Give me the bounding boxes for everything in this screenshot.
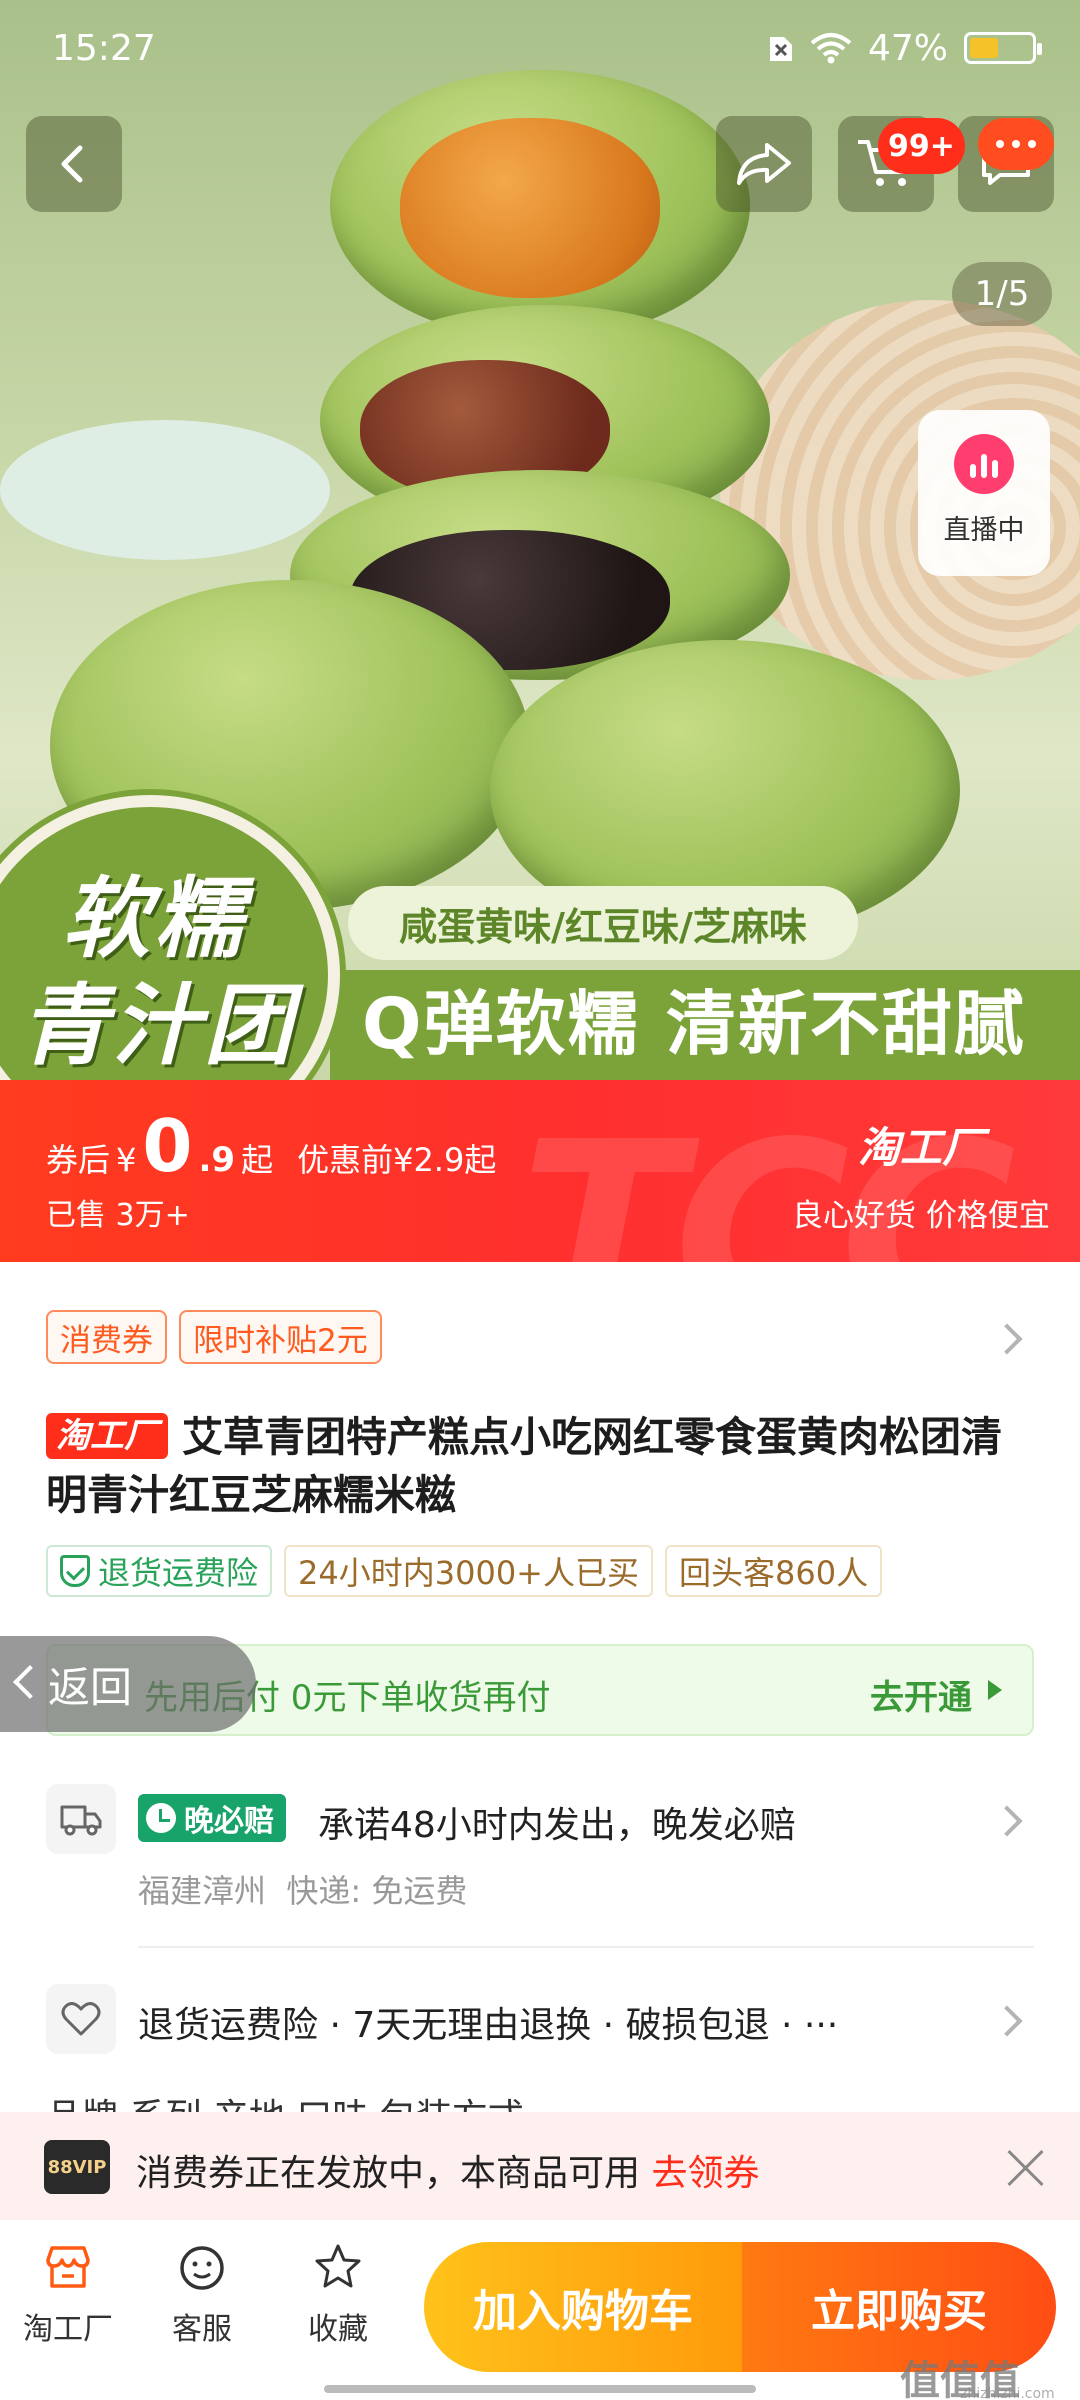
return-insurance-badge: 退货运费险	[46, 1545, 273, 1597]
flavors-pill: 咸蛋黄味/红豆味/芝麻味	[348, 886, 858, 960]
shop-icon	[46, 2246, 90, 2288]
share-button[interactable]	[716, 116, 812, 212]
shipping-origin: 福建漳州 快递: 免运费	[138, 1866, 467, 1912]
clock-icon	[146, 1803, 176, 1833]
battery-icon	[964, 32, 1042, 64]
delivery-truck-icon	[46, 1784, 116, 1854]
nav-shop[interactable]: 淘工厂	[8, 2242, 128, 2348]
service-icon	[180, 2246, 224, 2290]
chevron-right-icon[interactable]	[991, 1805, 1023, 1837]
badge-line-2: 青汁团	[20, 974, 297, 1077]
add-to-cart-button[interactable]: 加入购物车	[424, 2242, 742, 2372]
coupon-subsidy[interactable]: 限时补贴2元	[179, 1310, 382, 1364]
live-icon	[954, 434, 1014, 494]
express-text: 快递: 免运费	[286, 1872, 468, 1910]
product-title: 淘工厂 艾草青团特产糕点小吃网红零食蛋黄肉松团清明青汁红豆芝麻糯米糍	[46, 1408, 1036, 1524]
background-bowl	[0, 420, 330, 560]
price-currency: ¥	[116, 1141, 137, 1179]
vip-banner-text: 消费券正在发放中，本商品可用 去领券	[136, 2144, 759, 2196]
sold-count: 已售 3万+	[46, 1198, 190, 1233]
coupon-consumption[interactable]: 消费券	[46, 1310, 167, 1364]
floating-back-label: 返回	[48, 1662, 133, 1712]
late-tag-label: 晚必赔	[184, 1804, 274, 1839]
return-insurance-label: 退货运费险	[98, 1554, 259, 1592]
star-icon	[315, 2244, 361, 2288]
cart-count-badge: 99+	[878, 118, 965, 174]
back-button[interactable]	[26, 116, 122, 212]
coupon-row[interactable]: 消费券 限时补贴2元	[46, 1310, 382, 1364]
price-integer: 0	[142, 1104, 193, 1188]
nav-customer-service[interactable]: 客服	[142, 2242, 262, 2348]
nav-favorite[interactable]: 收藏	[278, 2242, 398, 2348]
battery-percent: 47%	[867, 27, 948, 69]
live-stream-button[interactable]: 直播中	[918, 410, 1050, 576]
battery-fill	[970, 38, 999, 58]
vip-text-body: 消费券正在发放中，本商品可用	[136, 2153, 652, 2194]
status-bar: 15:27 47%	[0, 0, 1080, 96]
price-decimal: .9	[198, 1140, 236, 1180]
service-guarantees[interactable]: 退货运费险 · 7天无理由退换 · 破损包退 · ···	[138, 1996, 838, 2048]
claim-coupon-link[interactable]: 去领券	[651, 2153, 759, 2194]
title-text: 艾草青团特产糕点小吃网红零食蛋黄肉松团清明青汁红豆芝麻糯米糍	[46, 1413, 1002, 1519]
play-triangle-icon	[988, 1680, 1002, 1700]
share-icon	[737, 143, 791, 185]
badge-row: 退货运费险 24小时内3000+人已买 回头客860人	[46, 1545, 883, 1597]
origin-text: 福建漳州	[138, 1872, 267, 1910]
chevron-left-icon	[13, 1665, 47, 1699]
repeat-customer-badge: 回头客860人	[665, 1545, 883, 1597]
price-bar: TCC 券后 ¥ 0 .9 起 优惠前¥2.9起 已售 3万+ 淘工厂 良心好货…	[0, 1080, 1080, 1262]
status-time: 15:27	[52, 27, 156, 69]
chevron-right-icon[interactable]	[991, 1323, 1023, 1355]
home-indicator[interactable]	[324, 2385, 756, 2393]
message-badge	[978, 118, 1054, 170]
title-brand-tag: 淘工厂	[46, 1413, 168, 1459]
88vip-logo: 88VIP	[44, 2140, 110, 2194]
late-compensation-tag: 晚必赔	[138, 1794, 286, 1842]
original-price: 优惠前¥2.9起	[297, 1141, 497, 1179]
shipping-promise[interactable]: 承诺48小时内发出，晚发必赔	[318, 1796, 796, 1848]
price-prefix: 券后	[46, 1141, 111, 1179]
pay-later-activate[interactable]: 去开通	[870, 1670, 972, 1719]
product-image-carousel[interactable]: 15:27 47% 99+ 1/5 直播中 软糯 青汁团 咸蛋黄味/红豆味/芝麻…	[0, 0, 1080, 1080]
price-suffix: 起	[241, 1141, 274, 1179]
brand-logo-text: 淘工厂	[858, 1123, 985, 1172]
nav-shop-label: 淘工厂	[23, 2312, 113, 2347]
chevron-left-icon	[61, 145, 83, 183]
shield-icon	[60, 1555, 90, 1587]
live-label: 直播中	[943, 515, 1025, 546]
vip-coupon-banner[interactable]: 88VIP 消费券正在发放中，本商品可用 去领券	[0, 2112, 1080, 2220]
heart-icon	[46, 1984, 116, 2054]
watermark-url: zhizhizhi.com	[960, 2386, 1055, 2400]
image-counter: 1/5	[952, 262, 1052, 326]
nav-favorite-label: 收藏	[308, 2312, 368, 2347]
egg-yolk-filling	[400, 118, 660, 298]
wifi-icon	[810, 33, 852, 64]
floating-back-button[interactable]: 返回	[0, 1636, 256, 1732]
price-line: 券后 ¥ 0 .9 起 优惠前¥2.9起	[46, 1104, 496, 1188]
close-icon[interactable]	[1006, 2148, 1046, 2188]
divider	[138, 1946, 1034, 1948]
sim-icon	[769, 37, 792, 61]
brand-slogan: 良心好货 价格便宜	[792, 1198, 1050, 1234]
nav-service-label: 客服	[172, 2312, 232, 2347]
hero-slogan: Q弹软糯 清新不甜腻	[362, 983, 1026, 1065]
bought-24h-badge: 24小时内3000+人已买	[284, 1545, 653, 1597]
chevron-right-icon[interactable]	[991, 2005, 1023, 2037]
